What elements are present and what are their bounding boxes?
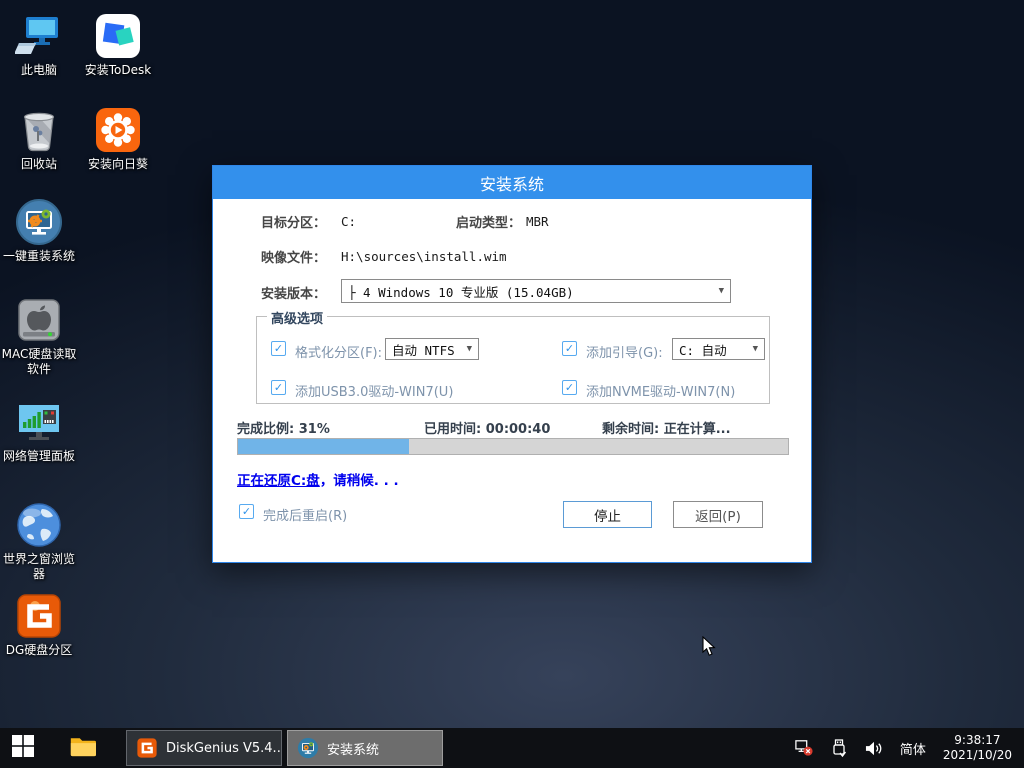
desktop-icon-reinstall-system[interactable]: 一键重装系统 — [0, 198, 78, 264]
target-partition-value: C: — [341, 214, 356, 229]
network-disconnected-icon[interactable] — [795, 739, 813, 757]
target-partition-label: 目标分区： — [261, 212, 326, 231]
desktop-icon-label: 安装向日葵 — [88, 157, 148, 172]
folder-icon — [70, 735, 96, 761]
system-tray: 简体 9:38:17 2021/10/20 — [795, 733, 1024, 763]
desktop-icon-label: DG硬盘分区 — [6, 643, 73, 658]
desktop-icon-label: MAC硬盘读取软件 — [0, 347, 78, 377]
status-text: 正在还原C:盘，请稍候. . . — [237, 469, 399, 489]
mouse-cursor — [702, 636, 716, 657]
taskbar-clock[interactable]: 9:38:17 2021/10/20 — [943, 733, 1012, 763]
mac-disk-icon — [15, 296, 63, 344]
check-icon: ✓ — [242, 506, 251, 517]
nvme-driver-label: 添加NVME驱动-WIN7(N) — [586, 381, 735, 400]
status-text-rest: ，请稍候. . . — [320, 473, 399, 489]
stop-button[interactable]: 停止 — [563, 501, 652, 528]
install-version-dropdown[interactable]: ├ 4 Windows 10 专业版 (15.04GB) ▼ — [341, 279, 731, 303]
reboot-after-checkbox[interactable]: ✓ — [239, 504, 254, 519]
taskbar: DiskGenius V5.4... 安装系统 简体 9:38:17 2021/… — [0, 728, 1024, 768]
check-icon: ✓ — [565, 382, 574, 393]
add-boot-dropdown[interactable]: C: 自动 ▼ — [672, 338, 765, 360]
format-partition-label: 格式化分区(F): — [295, 342, 382, 361]
advanced-options-legend: 高级选项 — [267, 308, 327, 327]
taskbar-button-install-system[interactable]: 安装系统 — [287, 730, 443, 766]
desktop-icon-label: 此电脑 — [21, 63, 57, 78]
image-file-label: 映像文件： — [261, 247, 326, 266]
desktop-icon-network-panel[interactable]: 网络管理面板 — [0, 398, 78, 464]
chevron-down-icon: ▼ — [467, 344, 472, 354]
install-version-value: ├ 4 Windows 10 专业版 (15.04GB) — [348, 282, 574, 301]
status-text-main: 正在还原C:盘 — [237, 473, 320, 489]
format-partition-value: 自动 NTFS — [392, 340, 455, 359]
check-icon: ✓ — [565, 343, 574, 354]
chevron-down-icon: ▼ — [753, 344, 758, 354]
taskbar-button-diskgenius[interactable]: DiskGenius V5.4... — [126, 730, 282, 766]
diskgenius-icon — [15, 592, 63, 640]
format-partition-checkbox[interactable]: ✓ — [271, 341, 286, 356]
dialog-titlebar[interactable]: 安装系统 — [213, 166, 811, 199]
boot-type-label: 启动类型： — [456, 212, 521, 231]
advanced-options-group: 高级选项 ✓ 格式化分区(F): 自动 NTFS ▼ ✓ 添加引导(G): C:… — [256, 316, 770, 404]
image-file-value: H:\sources\install.wim — [341, 249, 507, 264]
reinstall-system-icon — [15, 198, 63, 246]
taskbar-button-label: DiskGenius V5.4... — [166, 741, 282, 756]
sunflower-icon — [94, 106, 142, 154]
add-boot-label: 添加引导(G): — [586, 342, 663, 361]
desktop-icon-label: 回收站 — [21, 157, 57, 172]
this-pc-icon — [15, 12, 63, 60]
back-button[interactable]: 返回(P) — [673, 501, 763, 528]
boot-type-value: MBR — [526, 214, 549, 229]
remaining-time-text: 剩余时间: 正在计算... — [602, 418, 731, 437]
usb-eject-icon[interactable] — [830, 739, 848, 757]
volume-icon[interactable] — [865, 739, 883, 757]
desktop: 此电脑 安装ToDesk 回收站 安装向日葵 一键重装系统 MAC硬盘读取软件 — [0, 0, 1024, 768]
reboot-after-label: 完成后重启(R) — [263, 505, 347, 524]
desktop-icon-label: 安装ToDesk — [85, 63, 151, 78]
check-icon: ✓ — [274, 343, 283, 354]
desktop-icon-recycle-bin[interactable]: 回收站 — [0, 106, 78, 172]
desktop-icon-todesk[interactable]: 安装ToDesk — [79, 12, 157, 78]
windows-logo-icon — [12, 735, 34, 761]
recycle-bin-icon — [15, 106, 63, 154]
file-explorer-button[interactable] — [60, 728, 106, 768]
clock-date: 2021/10/20 — [943, 748, 1012, 763]
desktop-icon-sunflower[interactable]: 安装向日葵 — [79, 106, 157, 172]
desktop-icon-dg-partition[interactable]: DG硬盘分区 — [0, 592, 78, 658]
desktop-icon-label: 世界之窗浏览器 — [0, 552, 78, 582]
elapsed-time-text: 已用时间: 00:00:40 — [424, 418, 550, 437]
progress-percent-text: 完成比例: 31% — [237, 418, 330, 437]
world-browser-icon — [15, 501, 63, 549]
desktop-icon-mac-disk[interactable]: MAC硬盘读取软件 — [0, 296, 78, 377]
desktop-icon-label: 网络管理面板 — [3, 449, 75, 464]
progress-bar-fill — [238, 439, 409, 454]
start-button[interactable] — [0, 728, 46, 768]
check-icon: ✓ — [274, 382, 283, 393]
diskgenius-icon — [136, 737, 158, 759]
install-version-label: 安装版本： — [261, 283, 326, 302]
todesk-icon — [94, 12, 142, 60]
desktop-icon-world-browser[interactable]: 世界之窗浏览器 — [0, 501, 78, 582]
install-system-dialog: 安装系统 目标分区： C: 启动类型： MBR 映像文件： H:\sources… — [212, 165, 812, 563]
usb3-driver-label: 添加USB3.0驱动-WIN7(U) — [295, 381, 453, 400]
progress-bar — [237, 438, 789, 455]
taskbar-button-label: 安装系统 — [327, 739, 379, 758]
add-boot-checkbox[interactable]: ✓ — [562, 341, 577, 356]
input-method-indicator[interactable]: 简体 — [900, 739, 926, 758]
format-partition-dropdown[interactable]: 自动 NTFS ▼ — [385, 338, 479, 360]
network-panel-icon — [15, 398, 63, 446]
nvme-driver-checkbox[interactable]: ✓ — [562, 380, 577, 395]
desktop-icon-this-pc[interactable]: 此电脑 — [0, 12, 78, 78]
usb3-driver-checkbox[interactable]: ✓ — [271, 380, 286, 395]
install-system-icon — [297, 737, 319, 759]
add-boot-value: C: 自动 — [679, 340, 727, 359]
clock-time: 9:38:17 — [943, 733, 1012, 748]
chevron-down-icon: ▼ — [719, 286, 724, 296]
dialog-title: 安装系统 — [480, 171, 544, 195]
desktop-icon-label: 一键重装系统 — [3, 249, 75, 264]
